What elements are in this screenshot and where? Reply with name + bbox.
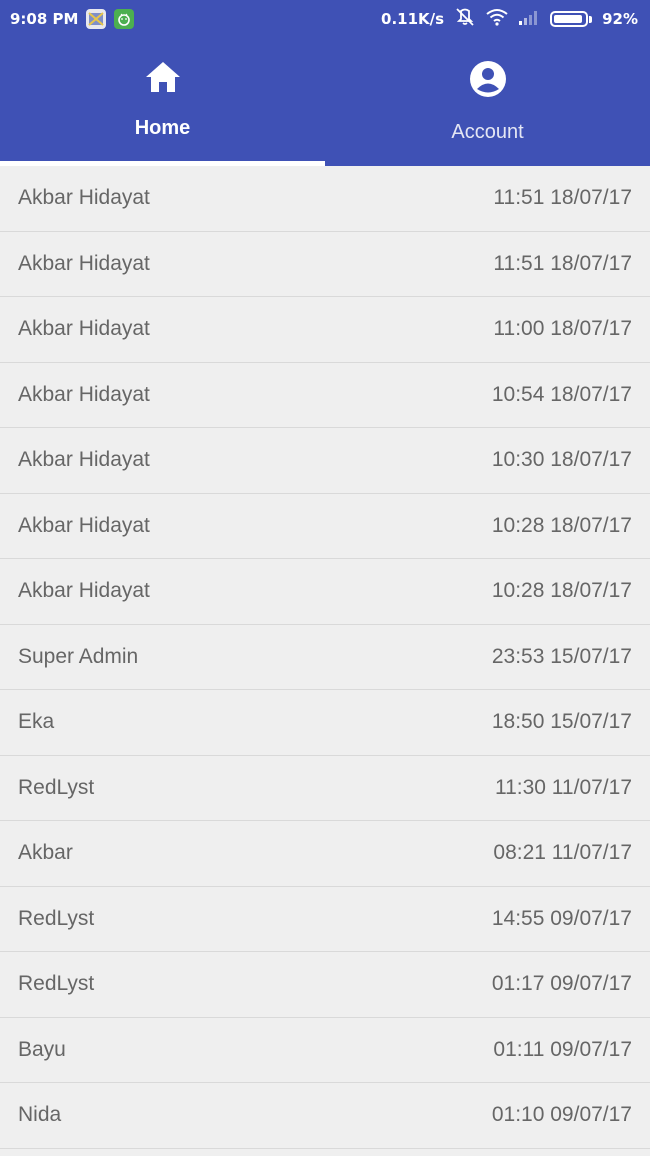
list-item-timestamp: 10:28 18/07/17 <box>491 579 632 603</box>
list-item-timestamp: 01:10 09/07/17 <box>491 1103 632 1127</box>
battery-tip <box>589 15 593 23</box>
list-item-name: Akbar Hidayat <box>18 186 150 210</box>
list-item-timestamp: 10:54 18/07/17 <box>491 382 632 406</box>
list-item-name: Akbar Hidayat <box>18 448 150 472</box>
network-speed: 0.11K/s <box>381 10 445 28</box>
list-item-timestamp: 11:51 18/07/17 <box>493 251 632 275</box>
list-item[interactable]: RedLyst 11:30 11/07/17 <box>0 755 650 821</box>
tab-account-label: Account <box>451 121 524 143</box>
gallery-notification-icon <box>86 9 107 29</box>
battery-percent: 92% <box>602 10 638 28</box>
list-item-name: Akbar Hidayat <box>18 251 150 275</box>
battery-icon <box>550 11 593 27</box>
list-item[interactable]: Akbar 08:21 11/07/17 <box>0 821 650 887</box>
list-item-name: RedLyst <box>18 775 95 799</box>
battery-body <box>550 11 589 27</box>
list-item-timestamp: 01:11 09/07/17 <box>493 1037 632 1061</box>
list-item-name: Akbar Hidayat <box>18 579 150 603</box>
signal-icon <box>518 9 540 29</box>
list-item-timestamp: 18:50 15/07/17 <box>491 710 632 734</box>
status-left: 9:08 PM <box>10 9 135 29</box>
list-item-name: Akbar Hidayat <box>18 317 150 341</box>
list-item-name: Akbar Hidayat <box>18 513 150 537</box>
list-item[interactable]: Super Admin 23:53 15/07/17 <box>0 624 650 690</box>
tab-home-label: Home <box>134 117 191 139</box>
list-item-timestamp: 10:30 18/07/17 <box>491 448 632 472</box>
list-item-name: Akbar <box>18 841 73 865</box>
list-item-name: Bayu <box>18 1037 66 1061</box>
list-item[interactable]: Nida 01:10 09/07/17 <box>0 1083 650 1149</box>
battery-level <box>554 15 582 23</box>
list-item-timestamp: 10:28 18/07/17 <box>491 513 632 537</box>
list-item[interactable]: Akbar Hidayat 11:51 18/07/17 <box>0 166 650 232</box>
list-item[interactable]: RedLyst 14:55 09/07/17 <box>0 886 650 952</box>
tab-bar: Home Account <box>0 38 650 166</box>
list-item[interactable]: RedLyst 01:17 09/07/17 <box>0 952 650 1018</box>
list-item-name: Akbar Hidayat <box>18 382 150 406</box>
list-item-name: RedLyst <box>18 972 95 996</box>
status-right: 0.11K/s 92% <box>381 7 638 31</box>
list-item[interactable]: Akbar Hidayat 10:54 18/07/17 <box>0 362 650 428</box>
list-item-name: Nida <box>18 1103 62 1127</box>
status-bar: 9:08 PM 0.11K/s 92% <box>0 0 650 38</box>
list-item-timestamp: 11:30 11/07/17 <box>494 775 632 799</box>
list-item[interactable]: Bayu 01:11 09/07/17 <box>0 1017 650 1083</box>
home-icon <box>144 60 182 99</box>
list-item-timestamp: 11:00 18/07/17 <box>493 317 632 341</box>
list-item-timestamp: 14:55 09/07/17 <box>491 906 632 930</box>
list-item-timestamp: 08:21 11/07/17 <box>493 841 632 865</box>
list-item-timestamp: 23:53 15/07/17 <box>491 644 632 668</box>
list-item[interactable]: Akbar Hidayat 10:28 18/07/17 <box>0 559 650 625</box>
status-time: 9:08 PM <box>10 10 79 28</box>
list-item[interactable]: Akbar Hidayat 11:51 18/07/17 <box>0 231 650 297</box>
list-item-name: Eka <box>18 710 55 734</box>
list-item-timestamp: 01:17 09/07/17 <box>491 972 632 996</box>
account-circle-icon <box>469 60 507 103</box>
android-notification-icon <box>114 9 135 29</box>
list-item[interactable]: Akbar Hidayat 10:30 18/07/17 <box>0 428 650 494</box>
list-item-timestamp: 11:51 18/07/17 <box>493 186 632 210</box>
message-list[interactable]: Akbar Hidayat 11:51 18/07/17 Akbar Hidayat… <box>0 166 650 1156</box>
list-item[interactable]: Akbar Hidayat 10:28 18/07/17 <box>0 493 650 559</box>
tab-account[interactable]: Account <box>325 38 650 166</box>
tab-home[interactable]: Home <box>0 38 325 166</box>
list-item-name: RedLyst <box>18 906 95 930</box>
mute-vibrate-icon <box>454 7 476 31</box>
list-item[interactable]: Akbar Hidayat 11:00 18/07/17 <box>0 297 650 363</box>
list-item[interactable]: Eka 18:50 15/07/17 <box>0 690 650 756</box>
list-item-name: Super Admin <box>18 644 139 668</box>
wifi-icon <box>486 8 508 30</box>
